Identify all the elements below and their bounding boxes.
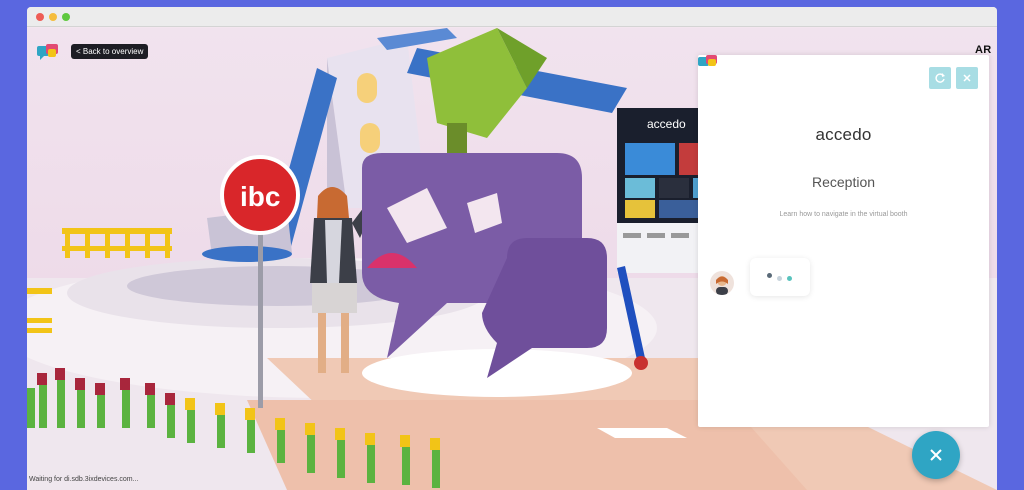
minimize-window-dot[interactable] xyxy=(49,13,57,21)
panel-subtitle: Learn how to navigate in the virtual boo… xyxy=(779,211,908,218)
browser-window: accedo ibc < Back to overview AR Waiting… xyxy=(27,7,997,490)
loading-status: Waiting for di.sdb.3ixdevices.com... xyxy=(29,476,139,483)
close-chat-fab-button[interactable] xyxy=(912,431,960,479)
typing-dot xyxy=(767,273,772,278)
brand-logo-icon xyxy=(698,55,717,66)
reception-panel: accedo Reception Learn how to navigate i… xyxy=(698,55,989,427)
refresh-icon xyxy=(935,73,945,83)
booth-screen-brand: accedo xyxy=(647,117,686,131)
bot-avatar xyxy=(710,271,734,295)
panel-title: Reception xyxy=(811,174,876,190)
accedo-app-logo-icon[interactable] xyxy=(37,44,59,61)
close-window-dot[interactable] xyxy=(36,13,44,21)
ibc-sign-text: ibc xyxy=(240,181,280,212)
virtual-booth-scene[interactable]: accedo ibc < Back to overview AR Waiting… xyxy=(27,28,997,490)
brand-name: accedo xyxy=(815,125,872,144)
maximize-window-dot[interactable] xyxy=(62,13,70,21)
close-icon xyxy=(963,74,971,82)
typing-dot xyxy=(787,276,792,281)
typing-dot xyxy=(777,276,782,281)
back-to-overview-button[interactable]: < Back to overview xyxy=(71,44,149,59)
sign-pole xyxy=(258,223,263,408)
title-bar xyxy=(27,7,997,27)
refresh-button[interactable] xyxy=(929,67,951,89)
typing-indicator xyxy=(750,258,810,296)
close-panel-button[interactable] xyxy=(956,67,978,89)
close-icon xyxy=(930,449,942,461)
